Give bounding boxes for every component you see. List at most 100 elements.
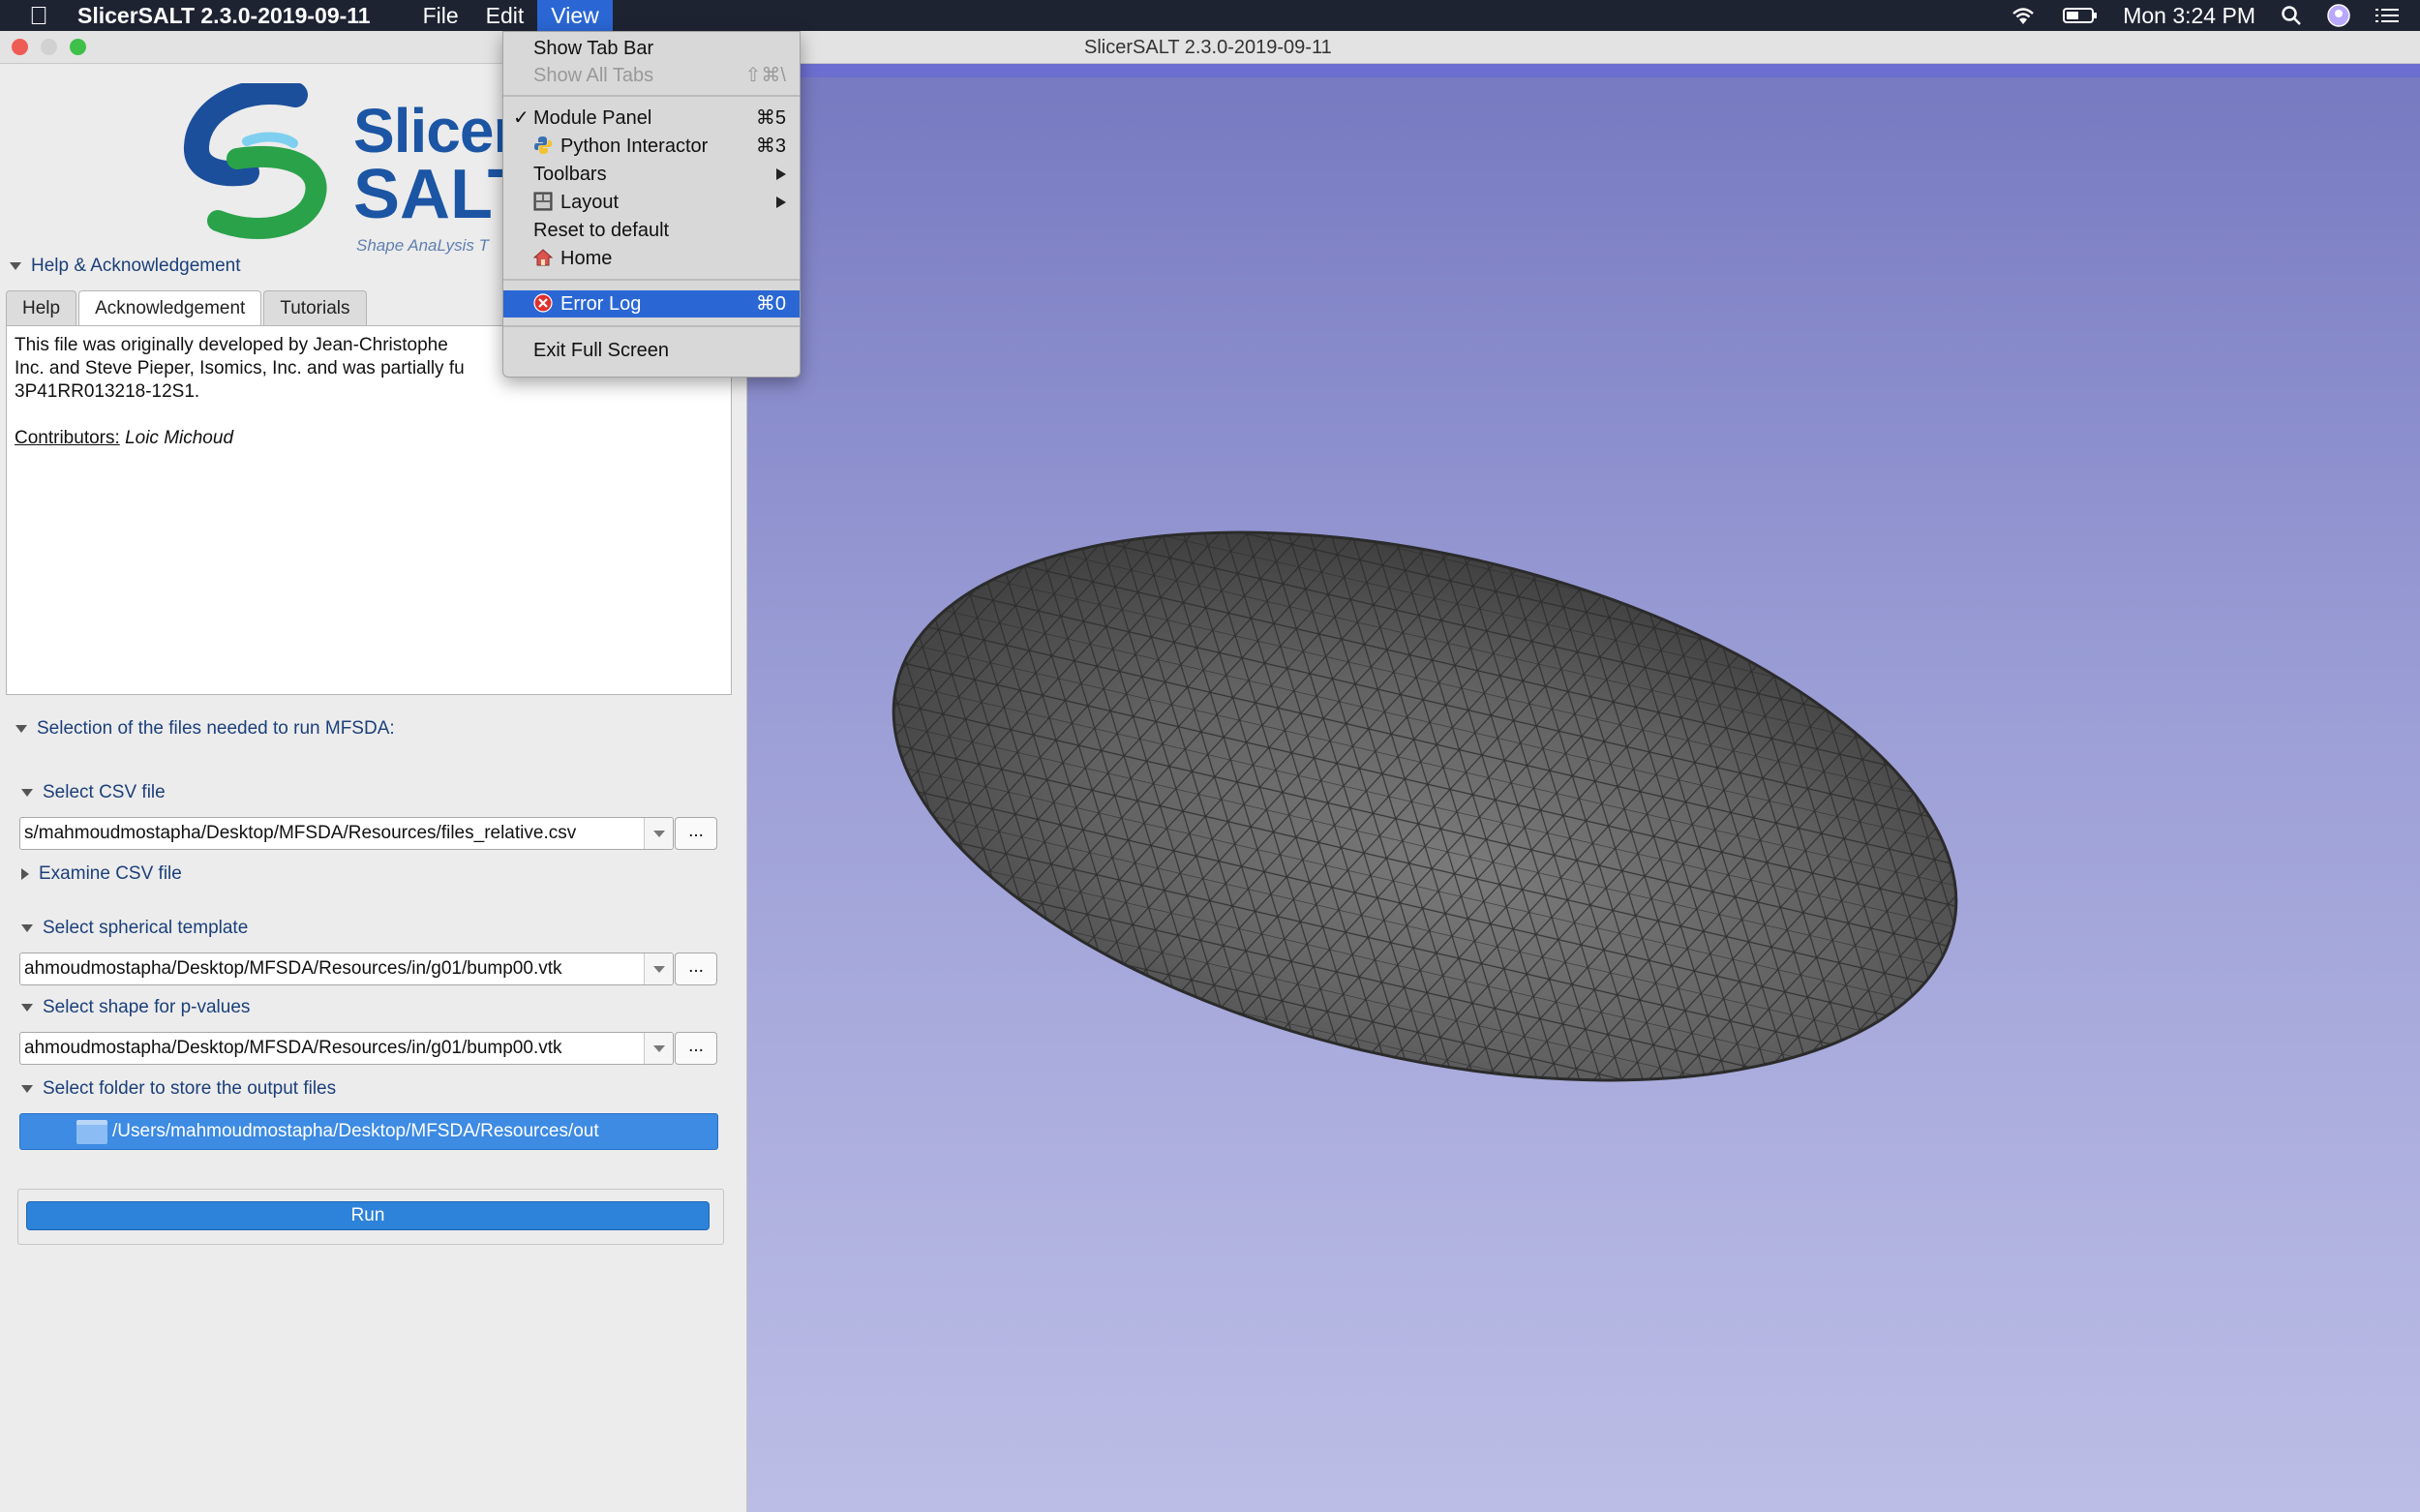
template-file-path: ahmoudmostapha/Desktop/MFSDA/Resources/i… <box>24 958 562 979</box>
logo-tagline: Shape AnaLysis T <box>356 236 490 255</box>
collapse-icon <box>21 1004 33 1012</box>
menu-item-label: Home <box>560 248 613 269</box>
list-icon[interactable] <box>2375 6 2399 25</box>
output-folder-path: /Users/mahmoudmostapha/Desktop/MFSDA/Res… <box>112 1121 599 1141</box>
tab-help[interactable]: Help <box>6 290 77 325</box>
window-titlebar: SlicerSALT 2.3.0-2019-09-11 <box>0 31 2420 64</box>
csv-file-combo[interactable]: s/mahmoudmostapha/Desktop/MFSDA/Resource… <box>19 817 674 850</box>
contributors-label: Contributors: <box>15 428 120 448</box>
chevron-down-icon[interactable] <box>644 818 673 849</box>
browse-template-button[interactable]: ... <box>675 953 717 985</box>
menu-item-label: Exit Full Screen <box>533 340 670 361</box>
help-tabs: Help Acknowledgement Tutorials <box>6 290 369 325</box>
menu-item-exit-full-screen[interactable]: Exit Full Screen <box>503 337 800 364</box>
menu-item-label: Reset to default <box>533 220 670 241</box>
csv-section-title: Select CSV file <box>43 782 166 802</box>
menu-item-shortcut: ⌘5 <box>755 107 786 129</box>
wifi-icon[interactable] <box>2009 5 2038 26</box>
output-section-title: Select folder to store the output files <box>43 1078 337 1099</box>
checkmark-icon: ✓ <box>513 107 529 129</box>
browse-pvalues-button[interactable]: ... <box>675 1032 717 1065</box>
mfsda-section-title: Selection of the files needed to run MFS… <box>37 718 395 739</box>
zoom-window-button[interactable] <box>70 39 86 55</box>
window-title: SlicerSALT 2.3.0-2019-09-11 <box>1084 37 1332 58</box>
pvalues-file-path: ahmoudmostapha/Desktop/MFSDA/Resources/i… <box>24 1038 562 1058</box>
browse-csv-button[interactable]: ... <box>675 817 717 850</box>
menu-separator <box>503 276 800 284</box>
menu-item-layout[interactable]: Layout <box>503 189 800 216</box>
menu-item-label: Show Tab Bar <box>533 38 654 59</box>
collapse-icon <box>15 725 27 733</box>
menu-item-shortcut: ⌘3 <box>755 136 786 157</box>
menu-separator <box>503 322 800 330</box>
menu-item-toolbars[interactable]: Toolbars <box>503 161 800 188</box>
layout-icon <box>533 192 553 211</box>
pvalues-file-combo[interactable]: ahmoudmostapha/Desktop/MFSDA/Resources/i… <box>19 1032 674 1065</box>
user-icon[interactable] <box>2327 4 2350 27</box>
menu-item-label: Toolbars <box>533 164 607 185</box>
menu-item-label: Show All Tabs <box>533 65 654 86</box>
folder-icon <box>76 1120 107 1144</box>
template-section-header[interactable]: Select spherical template <box>21 918 248 939</box>
menu-item-show-all-tabs: Show All Tabs ⇧⌘\ <box>503 62 800 89</box>
clock[interactable]: Mon 3:24 PM <box>2123 3 2255 29</box>
menu-view[interactable]: View <box>537 0 613 31</box>
menu-item-error-log[interactable]: Error Log ⌘0 <box>503 290 800 318</box>
collapse-icon <box>21 924 33 932</box>
battery-icon[interactable] <box>2063 6 2098 25</box>
run-frame: Run <box>17 1189 724 1245</box>
output-section-header[interactable]: Select folder to store the output files <box>21 1078 336 1100</box>
search-icon[interactable] <box>2281 5 2302 26</box>
tab-tutorials[interactable]: Tutorials <box>263 290 367 325</box>
chevron-down-icon[interactable] <box>644 1033 673 1064</box>
chevron-down-icon[interactable] <box>644 953 673 984</box>
menu-item-show-tab-bar[interactable]: Show Tab Bar <box>503 35 800 62</box>
template-file-combo[interactable]: ahmoudmostapha/Desktop/MFSDA/Resources/i… <box>19 953 674 985</box>
mfsda-section-header[interactable]: Selection of the files needed to run MFS… <box>15 718 395 740</box>
collapse-icon <box>21 789 33 797</box>
python-icon <box>533 136 553 155</box>
menu-separator <box>503 92 800 100</box>
pvalues-section-header[interactable]: Select shape for p-values <box>21 997 250 1018</box>
examine-csv-header[interactable]: Examine CSV file <box>21 863 182 885</box>
menu-item-label: Module Panel <box>533 107 652 129</box>
output-folder-button[interactable]: /Users/mahmoudmostapha/Desktop/MFSDA/Res… <box>19 1113 718 1150</box>
tab-acknowledgement[interactable]: Acknowledgement <box>78 290 262 325</box>
menu-item-reset-to-default[interactable]: Reset to default <box>503 217 800 244</box>
acknowledgement-text: This file was originally developed by Je… <box>6 325 732 695</box>
collapse-icon <box>10 262 21 270</box>
salt-logo-icon <box>184 83 327 239</box>
menu-item-shortcut: ⇧⌘\ <box>744 65 786 86</box>
menu-file[interactable]: File <box>409 0 472 31</box>
status-area: Mon 3:24 PM <box>2009 0 2420 31</box>
menu-item-label: Error Log <box>560 293 642 315</box>
csv-section-header[interactable]: Select CSV file <box>21 782 166 803</box>
3d-view[interactable] <box>747 64 2420 1512</box>
menu-item-label: Python Interactor <box>560 136 709 157</box>
view-menu-dropdown: Show Tab Bar Show All Tabs ⇧⌘\ ✓ Module … <box>502 31 801 378</box>
submenu-arrow-icon <box>776 168 786 180</box>
menu-item-label: Layout <box>560 192 620 213</box>
menu-item-home[interactable]: Home <box>503 245 800 272</box>
collapse-icon <box>21 1085 33 1093</box>
menu-item-module-panel[interactable]: ✓ Module Panel ⌘5 <box>503 105 800 132</box>
help-section-title: Help & Acknowledgement <box>31 256 241 276</box>
menu-bar:  SlicerSALT 2.3.0-2019-09-11 File Edit … <box>0 0 2420 31</box>
submenu-arrow-icon <box>776 197 786 208</box>
apple-icon[interactable]:  <box>0 1 77 31</box>
home-icon <box>532 248 554 267</box>
ack-line: 3P41RR013218-12S1. <box>15 381 200 402</box>
template-section-title: Select spherical template <box>43 918 249 938</box>
pvalues-section-title: Select shape for p-values <box>43 997 251 1017</box>
menu-item-python-interactor[interactable]: Python Interactor ⌘3 <box>503 133 800 160</box>
ellipsoid-mesh[interactable] <box>747 64 2420 1512</box>
close-window-button[interactable] <box>12 39 28 55</box>
csv-file-path: s/mahmoudmostapha/Desktop/MFSDA/Resource… <box>24 823 577 843</box>
help-section-header[interactable]: Help & Acknowledgement <box>10 256 241 277</box>
minimize-window-button[interactable] <box>41 39 57 55</box>
run-button[interactable]: Run <box>26 1201 710 1230</box>
contributors: Contributors: Loic Michoud <box>15 427 723 450</box>
menu-item-shortcut: ⌘0 <box>755 293 786 315</box>
menu-edit[interactable]: Edit <box>472 0 538 31</box>
app-menu[interactable]: SlicerSALT 2.3.0-2019-09-11 <box>77 3 371 29</box>
